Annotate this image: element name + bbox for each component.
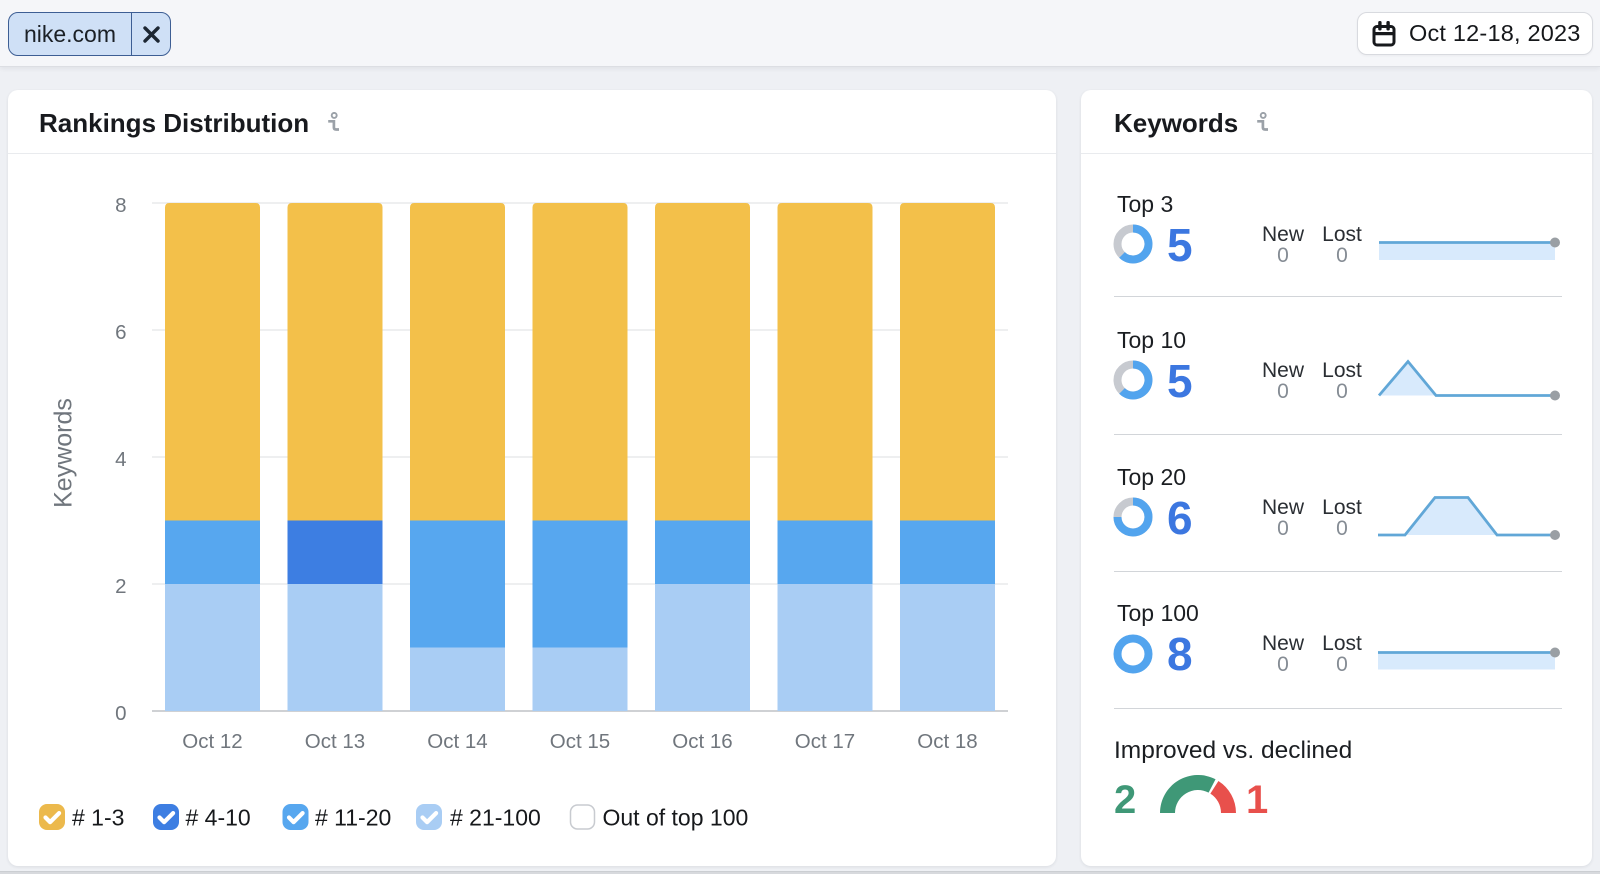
svg-text:2: 2	[115, 575, 126, 598]
svg-text:0: 0	[115, 702, 126, 725]
svg-text:# 4-10: # 4-10	[186, 805, 251, 831]
svg-text:Oct 14: Oct 14	[427, 730, 487, 753]
svg-text:# 11-20: # 11-20	[315, 805, 391, 831]
svg-text:Oct 13: Oct 13	[305, 730, 365, 753]
svg-text:Oct 15: Oct 15	[550, 730, 610, 753]
svg-text:4: 4	[115, 448, 126, 471]
svg-text:Oct 12: Oct 12	[182, 730, 242, 753]
svg-text:8: 8	[115, 194, 126, 217]
svg-text:Oct 17: Oct 17	[795, 730, 855, 753]
svg-text:Oct 16: Oct 16	[672, 730, 732, 753]
svg-text:# 1-3: # 1-3	[72, 805, 124, 831]
svg-text:Out of top 100: Out of top 100	[603, 805, 749, 831]
svg-text:# 21-100: # 21-100	[450, 805, 541, 831]
svg-text:Keywords: Keywords	[50, 398, 78, 508]
svg-text:Oct 18: Oct 18	[917, 730, 977, 753]
svg-text:6: 6	[115, 321, 126, 344]
